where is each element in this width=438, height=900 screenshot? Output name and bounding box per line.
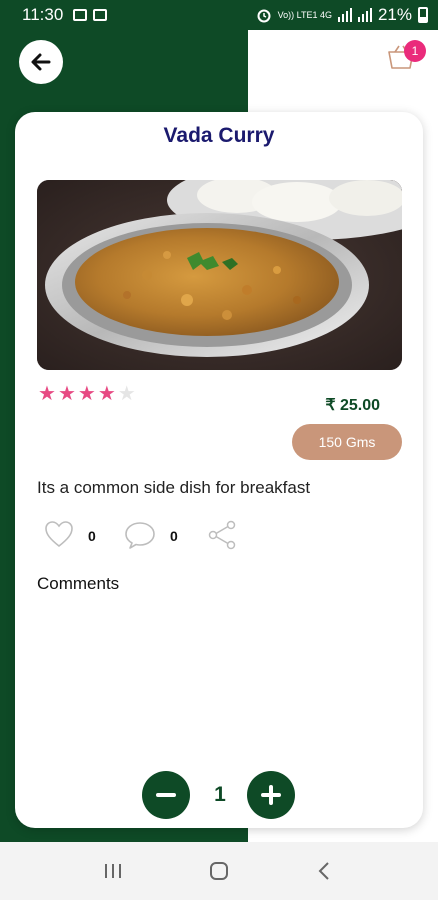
network-label: Vo)) LTE1 4G bbox=[277, 9, 332, 20]
star-icon: ★ bbox=[117, 383, 136, 405]
arrow-left-icon bbox=[31, 53, 51, 71]
status-bar: 11:30 Vo)) LTE1 4G 21% bbox=[0, 0, 438, 30]
recent-apps-icon[interactable] bbox=[102, 861, 124, 881]
battery-icon bbox=[418, 7, 428, 23]
gallery-notification-icon bbox=[73, 9, 88, 21]
back-button[interactable] bbox=[19, 40, 63, 84]
battery-percent: 21% bbox=[377, 5, 412, 24]
back-nav-icon[interactable] bbox=[314, 860, 336, 882]
share-icon bbox=[208, 520, 236, 550]
signal-icon bbox=[337, 8, 352, 22]
share-button[interactable] bbox=[207, 520, 237, 550]
like-button[interactable] bbox=[44, 520, 74, 548]
cart-count-badge: 1 bbox=[404, 40, 426, 62]
product-image bbox=[37, 180, 402, 370]
status-time: 11:30 bbox=[22, 5, 64, 24]
heart-icon bbox=[45, 521, 73, 548]
comment-button[interactable] bbox=[124, 520, 156, 550]
home-icon[interactable] bbox=[208, 860, 230, 882]
system-nav-bar bbox=[0, 842, 438, 900]
star-icon: ★ bbox=[97, 383, 116, 405]
comment-count: 0 bbox=[170, 528, 178, 544]
plus-icon bbox=[261, 785, 281, 805]
star-icon: ★ bbox=[77, 383, 96, 405]
message-notification-icon bbox=[93, 9, 108, 21]
alarm-icon bbox=[257, 9, 271, 23]
signal-icon-2 bbox=[357, 8, 372, 22]
like-count: 0 bbox=[88, 528, 96, 544]
increase-quantity-button[interactable] bbox=[247, 771, 295, 819]
comment-icon bbox=[125, 522, 155, 549]
product-title: Vada Curry bbox=[163, 124, 275, 147]
quantity-value: 1 bbox=[214, 783, 226, 806]
comments-heading: Comments bbox=[37, 574, 120, 593]
minus-icon bbox=[156, 793, 176, 797]
product-description: Its a common side dish for breakfast bbox=[37, 478, 311, 497]
product-price: ₹ 25.00 bbox=[325, 397, 380, 414]
star-icon: ★ bbox=[38, 383, 56, 405]
weight-option-button[interactable]: 150 Gms bbox=[292, 424, 402, 460]
star-icon: ★ bbox=[57, 383, 76, 405]
rating-stars: ★ ★ ★ ★ ★ bbox=[38, 384, 136, 404]
decrease-quantity-button[interactable] bbox=[142, 771, 190, 819]
